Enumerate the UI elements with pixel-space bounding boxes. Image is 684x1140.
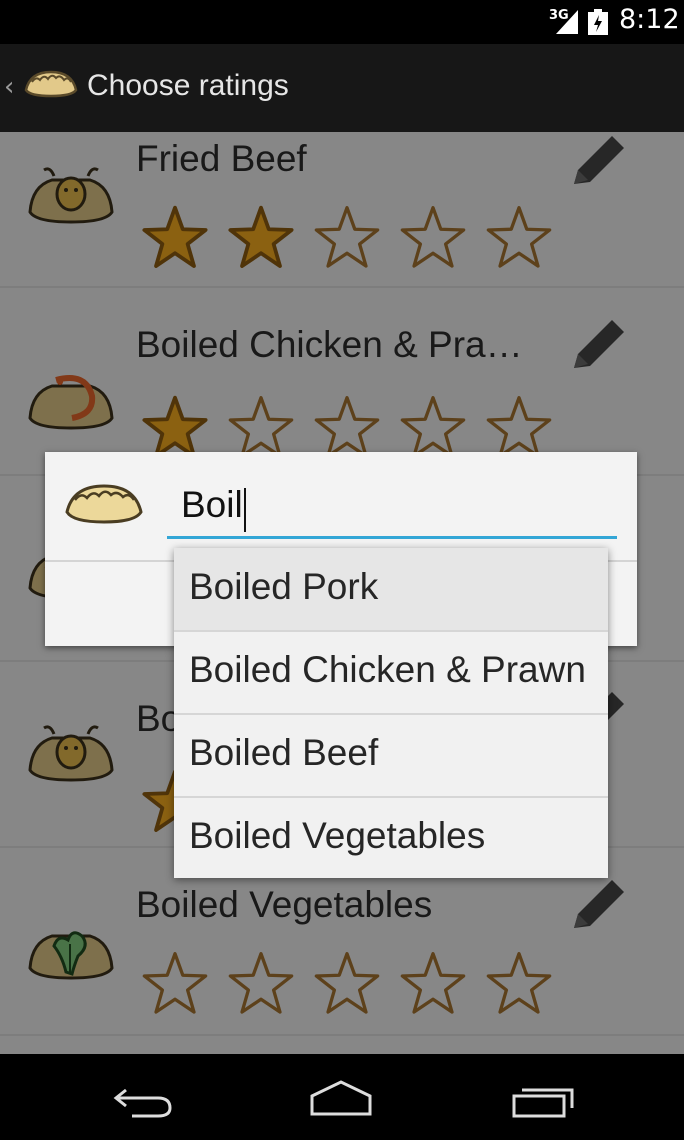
- text-cursor: [244, 488, 246, 532]
- battery-icon: [588, 9, 608, 35]
- autocomplete-option[interactable]: Boiled Beef: [174, 714, 608, 798]
- recents-icon[interactable]: [508, 1076, 578, 1120]
- home-icon[interactable]: [306, 1076, 376, 1120]
- page-title: Choose ratings: [87, 69, 289, 102]
- autocomplete-option[interactable]: Boiled Chicken & Prawn: [174, 631, 608, 715]
- action-bar: ‹ Choose ratings: [0, 44, 684, 132]
- signal-icon: [556, 10, 578, 34]
- option-label: Boiled Chicken & Prawn: [189, 649, 586, 690]
- dumpling-icon[interactable]: [22, 66, 80, 106]
- status-bar: 3G 8:12: [0, 0, 684, 44]
- clock: 8:12: [619, 4, 680, 35]
- search-input[interactable]: Boil: [167, 480, 617, 539]
- option-label: Boiled Pork: [189, 566, 379, 607]
- search-input-value: Boil: [181, 484, 243, 525]
- navigation-bar: [0, 1054, 684, 1140]
- dumpling-icon: [65, 484, 143, 524]
- up-chevron-icon[interactable]: ‹: [4, 72, 14, 102]
- autocomplete-option[interactable]: Boiled Vegetables: [174, 797, 608, 879]
- back-icon[interactable]: [108, 1076, 178, 1120]
- option-label: Boiled Vegetables: [189, 815, 486, 856]
- autocomplete-option[interactable]: Boiled Pork: [174, 548, 608, 632]
- option-label: Boiled Beef: [189, 732, 379, 773]
- autocomplete-dropdown: Boiled Pork Boiled Chicken & Prawn Boile…: [174, 548, 608, 878]
